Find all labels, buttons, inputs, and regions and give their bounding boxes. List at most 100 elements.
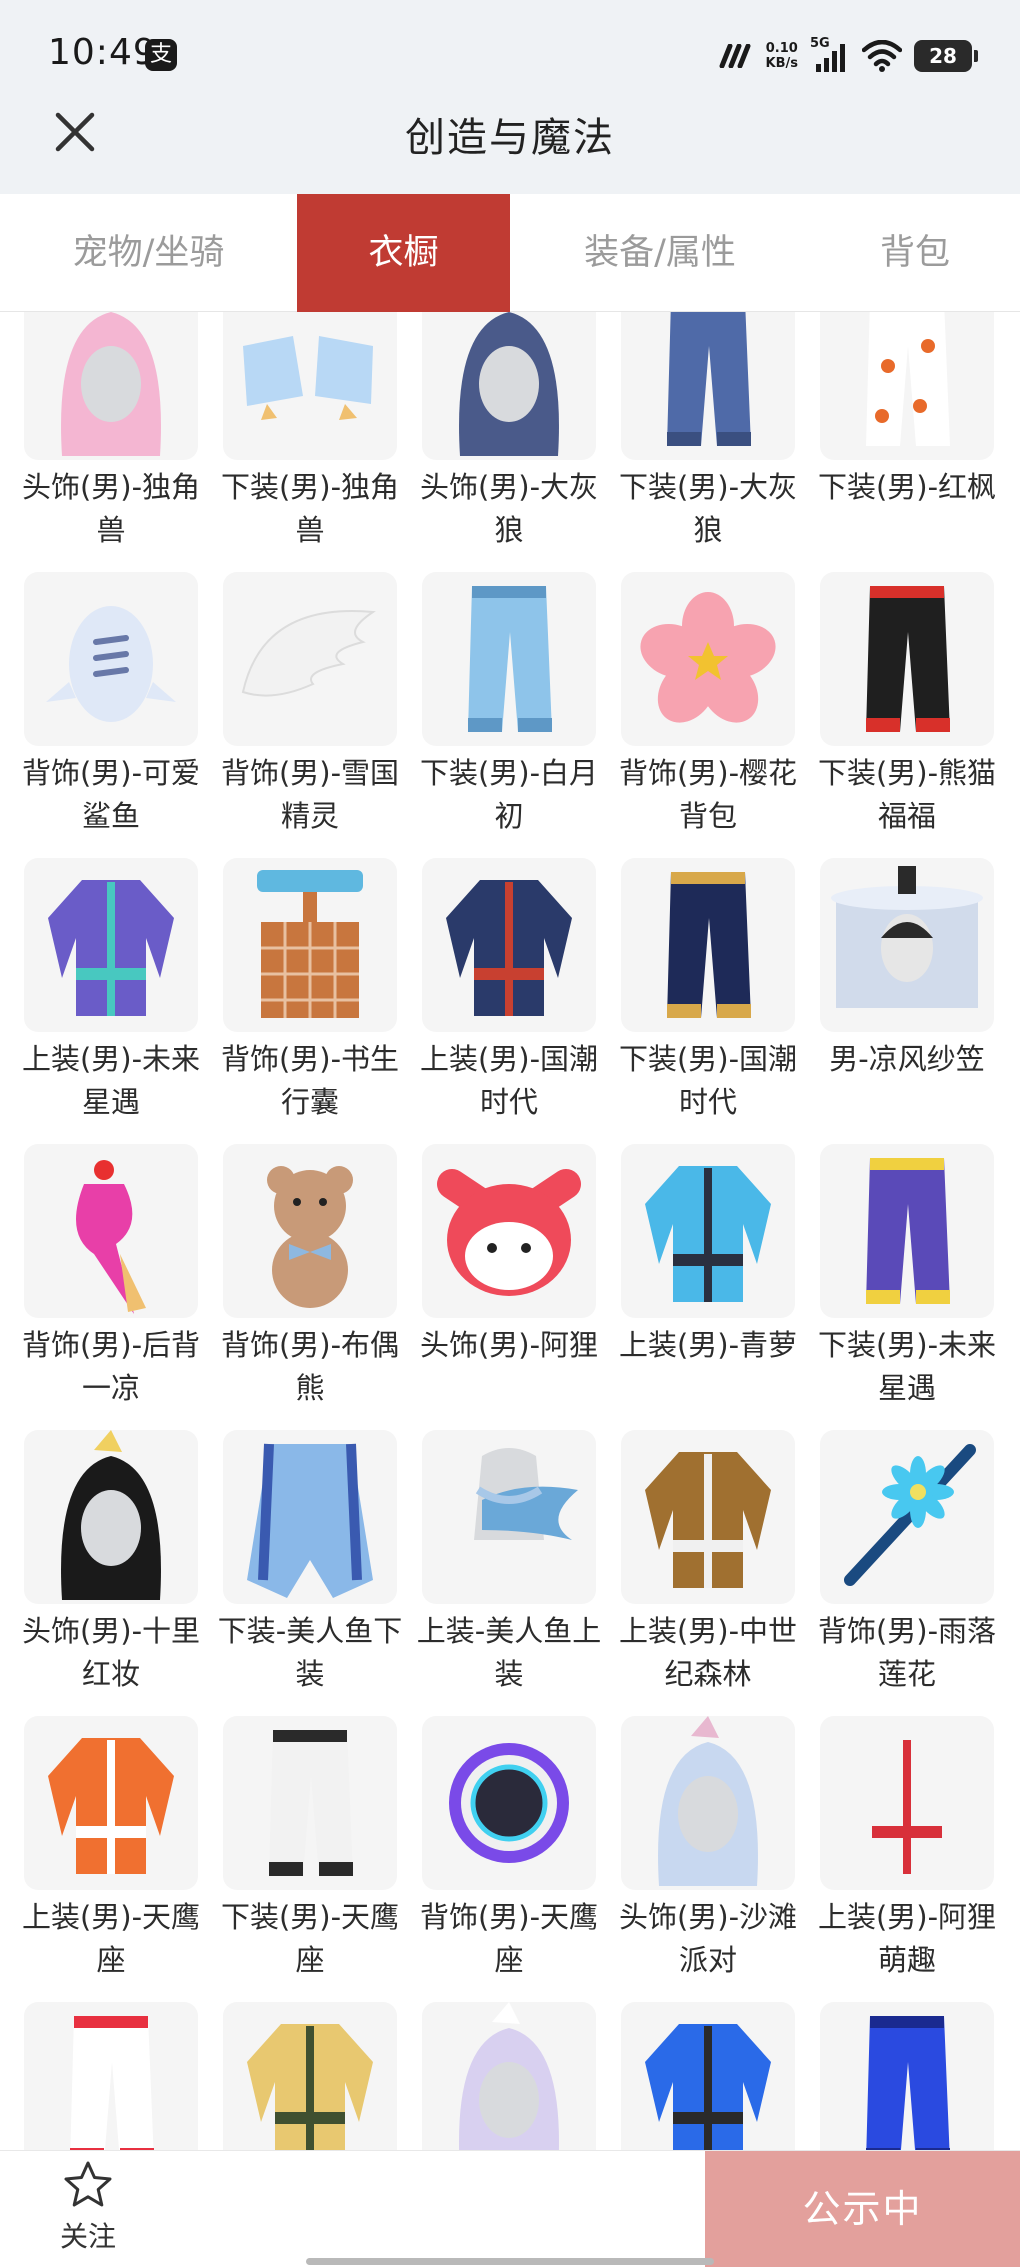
status-right: 0.10 KB/s 5G 28 <box>718 36 978 76</box>
wardrobe-item-name: 背饰(男)-可爱鲨鱼 <box>21 756 201 833</box>
wardrobe-item[interactable]: 背饰(男)-樱花背包 <box>619 572 797 838</box>
wardrobe-item[interactable]: 头饰(男)-阿狸 <box>420 1144 598 1367</box>
hair-icon <box>24 1430 198 1604</box>
vest-icon <box>621 1430 795 1604</box>
wardrobe-item[interactable]: 下装(男)-天鹰座 <box>221 1716 399 1982</box>
page-title: 创造与魔法 <box>405 115 615 161</box>
wardrobe-item[interactable]: 头饰(男)-沙滩派对 <box>619 1716 797 1982</box>
follow-button[interactable]: 关注 <box>40 2159 136 2263</box>
wardrobe-item[interactable]: 背饰(男)-雨落莲花 <box>818 1430 996 1696</box>
publicity-button[interactable]: 公示中 <box>705 2151 1020 2267</box>
wardrobe-item-name: 背饰(男)-书生行囊 <box>220 1042 400 1119</box>
hair-icon <box>621 1716 795 1890</box>
wardrobe-item[interactable]: 下装-美人鱼下装 <box>218 1430 402 1696</box>
vest-icon <box>223 2002 397 2150</box>
wardrobe-item[interactable]: 上装(男)-青萝 <box>619 1144 797 1367</box>
wolf-hood-icon <box>422 312 596 460</box>
maple-pants-icon <box>820 312 994 460</box>
wings-icon <box>223 572 397 746</box>
robe-icon <box>422 858 596 1032</box>
wardrobe-item[interactable] <box>24 2002 198 2150</box>
ice-cream-icon <box>24 1144 198 1318</box>
wardrobe-item-name: 男-凉风纱笠 <box>829 1042 985 1076</box>
wardrobe-item-name: 背饰(男)-樱花背包 <box>618 756 798 833</box>
wardrobe-item[interactable] <box>820 2002 994 2150</box>
mermaid-skirt-icon <box>223 1430 397 1604</box>
wardrobe-item-name: 背饰(男)-天鹰座 <box>419 1900 599 1977</box>
tab-pets-mounts[interactable]: 宠物/坐骑 <box>0 194 297 312</box>
wardrobe-item[interactable] <box>223 2002 397 2150</box>
net-speed-unit: KB/s <box>765 56 798 71</box>
wardrobe-item-name: 背饰(男)-雪国精灵 <box>220 756 400 833</box>
bottom-action-bar: 关注 公示中 <box>0 2150 1020 2267</box>
pants-icon <box>621 858 795 1032</box>
wardrobe-item-name: 下装(男)-大灰狼 <box>618 470 798 547</box>
signal-5g-icon: 5G <box>810 36 850 74</box>
wardrobe-item-name: 背饰(男)-布偶熊 <box>220 1328 400 1405</box>
battery-icon: 28 <box>914 40 978 72</box>
tab-wardrobe[interactable]: 衣橱 <box>297 194 510 312</box>
wardrobe-item[interactable]: 头饰(男)-十里红妆 <box>22 1430 200 1696</box>
unicorn-hood-icon <box>24 312 198 460</box>
tab-equipment-attributes[interactable]: 装备/属性 <box>510 194 810 312</box>
wardrobe-item[interactable]: 下装(男)-独角兽 <box>221 312 399 552</box>
wardrobe-item[interactable]: 背饰(男)-可爱鲨鱼 <box>22 572 200 838</box>
wardrobe-item-name: 下装-美人鱼下装 <box>217 1614 403 1691</box>
wardrobe-item[interactable] <box>422 2002 596 2150</box>
hair-icon <box>422 2002 596 2150</box>
jacket-icon <box>24 858 198 1032</box>
wardrobe-item[interactable]: 上装(男)-阿狸萌趣 <box>818 1716 996 1982</box>
wardrobe-item[interactable]: 背饰(男)-后背一凉 <box>22 1144 200 1410</box>
alipay-notification-icon: 支 <box>145 39 177 71</box>
home-indicator <box>306 2258 714 2265</box>
wardrobe-item[interactable]: 头饰(男)-大灰狼 <box>420 312 598 552</box>
wardrobe-item[interactable]: 下装(男)-未来星遇 <box>818 1144 996 1410</box>
follow-label: 关注 <box>59 2220 116 2253</box>
wardrobe-item[interactable]: 男-凉风纱笠 <box>820 858 994 1081</box>
wardrobe-item-name: 头饰(男)-沙滩派对 <box>618 1900 798 1977</box>
nfc-icon <box>719 44 751 68</box>
star-icon <box>64 2161 112 2207</box>
wardrobe-item-name: 头饰(男)-独角兽 <box>21 470 201 547</box>
orb-backpack-icon <box>422 1716 596 1890</box>
wardrobe-item[interactable]: 上装(男)-未来星遇 <box>22 858 200 1124</box>
wardrobe-item-name: 背饰(男)-后背一凉 <box>21 1328 201 1405</box>
wardrobe-item[interactable]: 下装(男)-熊猫福福 <box>818 572 996 838</box>
wardrobe-item[interactable]: 上装(男)-中世纪森林 <box>619 1430 797 1696</box>
wardrobe-item[interactable]: 下装(男)-白月初 <box>420 572 598 838</box>
wardrobe-item-name: 下装(男)-熊猫福福 <box>817 756 997 833</box>
wardrobe-item-name: 上装(男)-阿狸萌趣 <box>817 1900 997 1977</box>
wardrobe-item[interactable]: 上装-美人鱼上装 <box>417 1430 601 1696</box>
flute-icon <box>820 1430 994 1604</box>
pants-icon <box>621 312 795 460</box>
tab-backpack[interactable]: 背包 <box>810 194 1020 312</box>
wardrobe-item-name: 下装(男)-独角兽 <box>220 470 400 547</box>
sakura-backpack-icon <box>621 572 795 746</box>
wardrobe-item-name: 头饰(男)-十里红妆 <box>21 1614 201 1691</box>
wardrobe-item-name: 上装(男)-青萝 <box>618 1328 798 1362</box>
wardrobe-item[interactable]: 下装(男)-大灰狼 <box>619 312 797 552</box>
wardrobe-item-name: 下装(男)-白月初 <box>419 756 599 833</box>
shark-backpack-icon <box>24 572 198 746</box>
wardrobe-item[interactable]: 上装(男)-国潮时代 <box>420 858 598 1124</box>
wardrobe-item-name: 头饰(男)-大灰狼 <box>419 470 599 547</box>
net-speed: 0.10 KB/s <box>766 41 798 71</box>
wardrobe-item[interactable]: 上装(男)-天鹰座 <box>22 1716 200 1982</box>
wardrobe-item[interactable]: 头饰(男)-独角兽 <box>22 312 200 552</box>
wardrobe-grid-viewport[interactable]: 头饰(男)-独角兽 下装(男)-独角兽 头饰(男)-大灰狼 下装(男)-大灰狼 下装(男… <box>0 312 1020 2150</box>
wardrobe-item-name: 上装(男)-国潮时代 <box>419 1042 599 1119</box>
wardrobe-item[interactable]: 下装(男)-国潮时代 <box>619 858 797 1124</box>
jacket-icon <box>24 1716 198 1890</box>
pants-icon <box>223 1716 397 1890</box>
wardrobe-item[interactable]: 背饰(男)-雪国精灵 <box>221 572 399 838</box>
fox-head-icon <box>422 1144 596 1318</box>
teddy-bear-icon <box>223 1144 397 1318</box>
wardrobe-item[interactable]: 背饰(男)-书生行囊 <box>221 858 399 1124</box>
wardrobe-item[interactable]: 背饰(男)-布偶熊 <box>221 1144 399 1410</box>
wardrobe-item[interactable]: 背饰(男)-天鹰座 <box>420 1716 598 1982</box>
wardrobe-item-name: 上装(男)-中世纪森林 <box>618 1614 798 1691</box>
wardrobe-item[interactable] <box>621 2002 795 2150</box>
shoes-icon <box>223 312 397 460</box>
robe-icon <box>621 2002 795 2150</box>
wardrobe-item[interactable]: 下装(男)-红枫 <box>818 312 996 509</box>
